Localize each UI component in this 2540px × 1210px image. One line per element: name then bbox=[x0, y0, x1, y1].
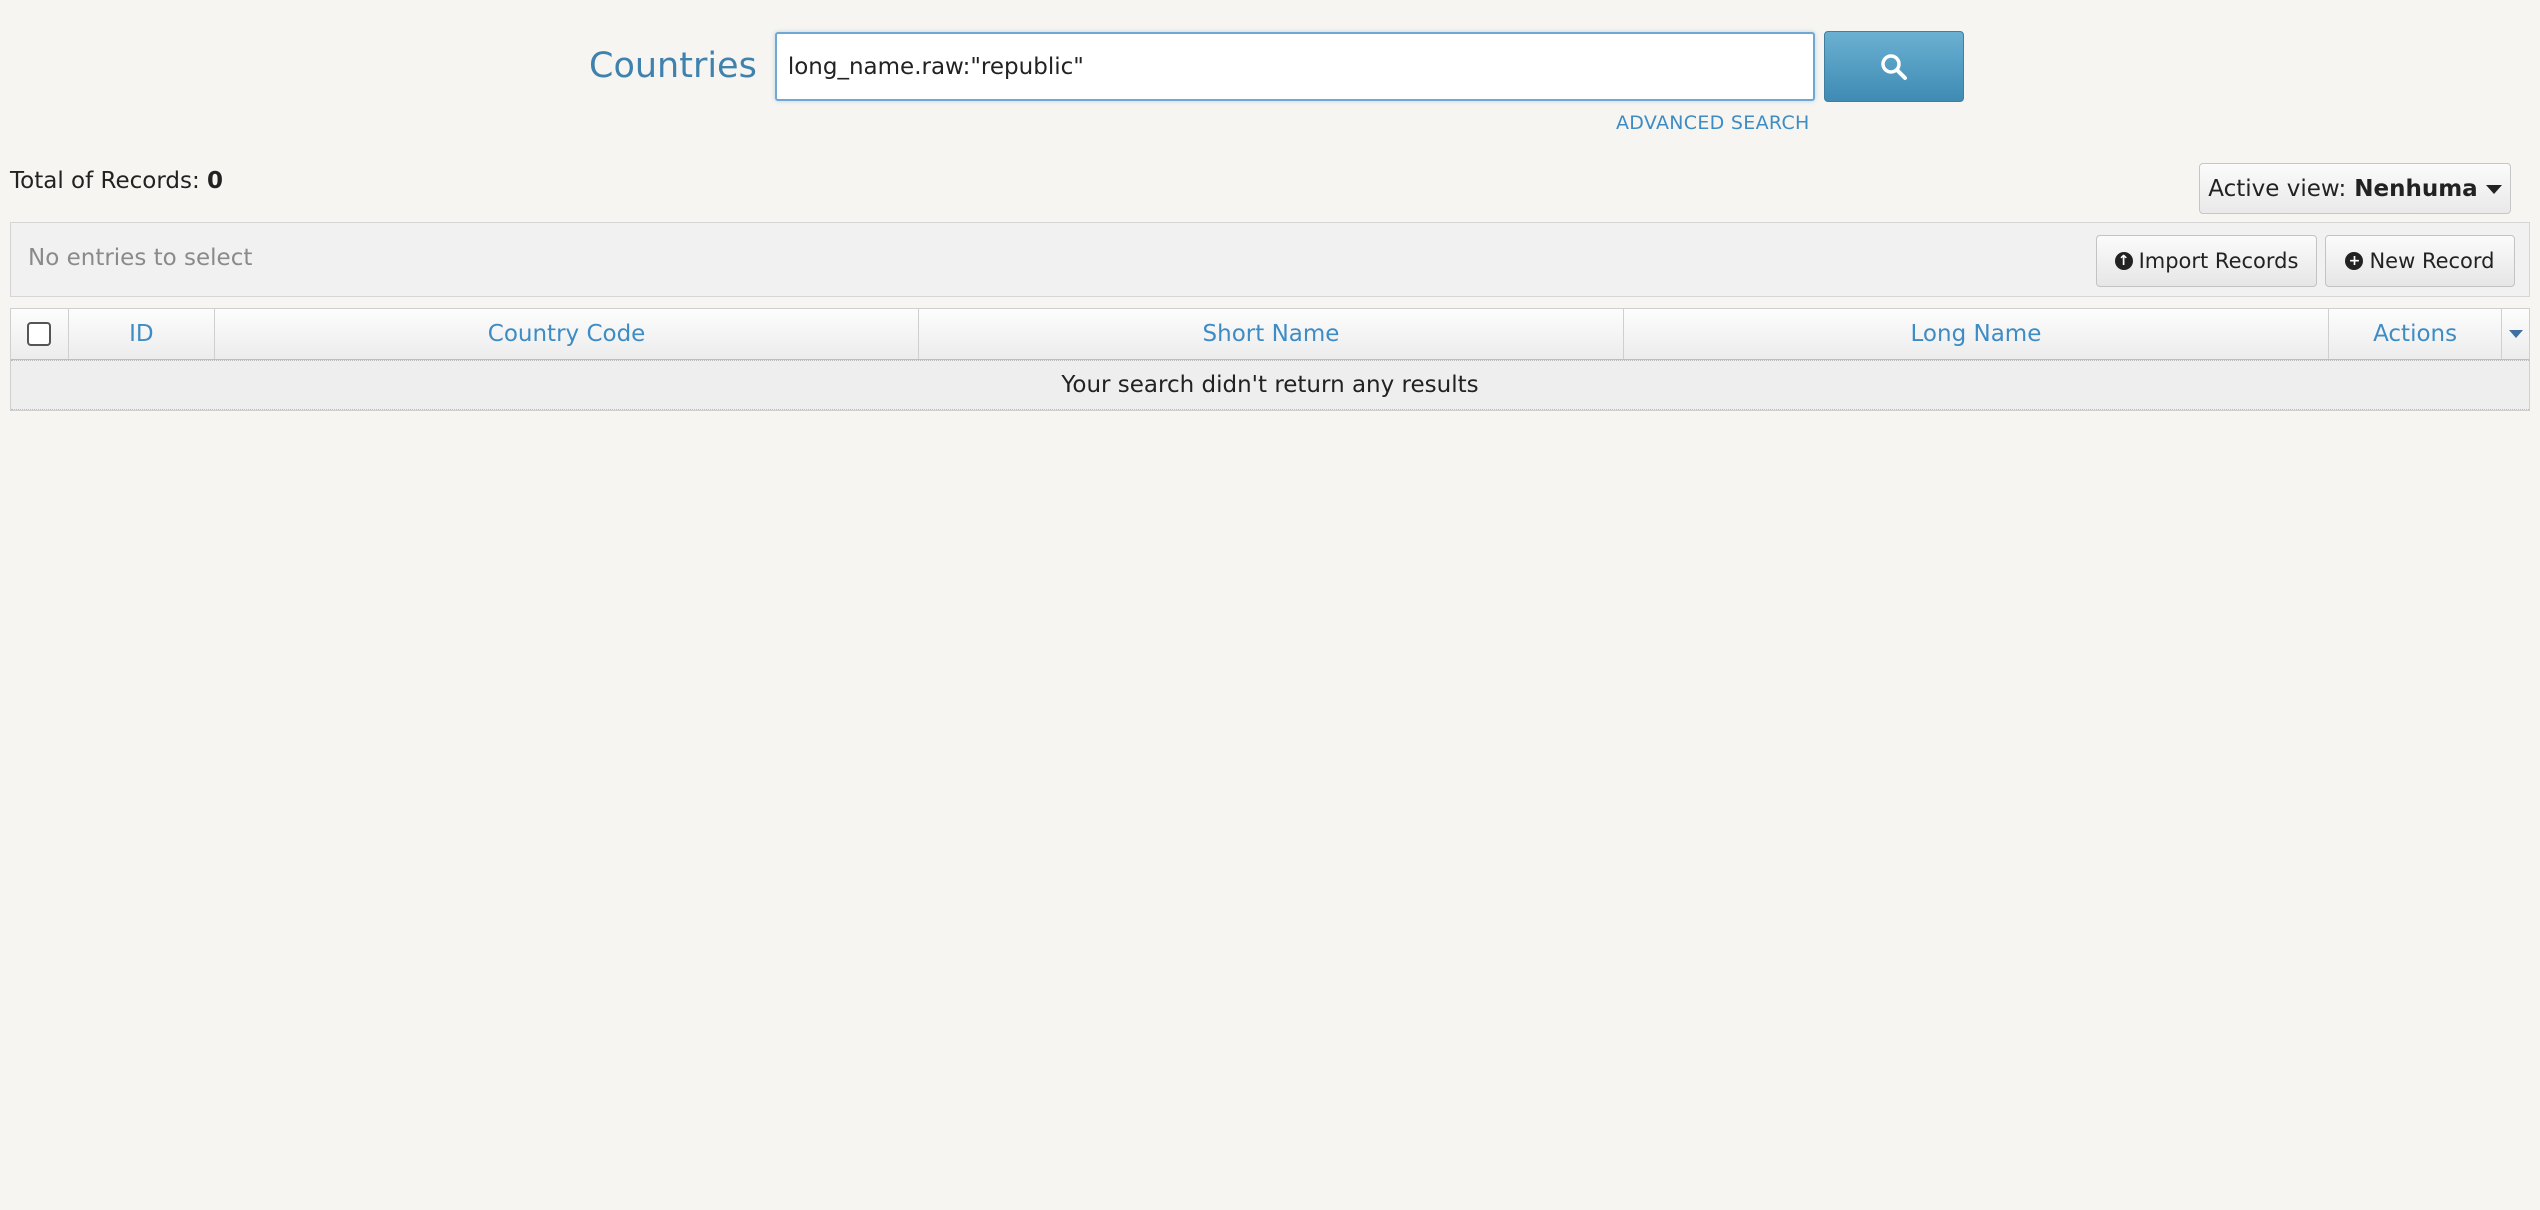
total-records: Total of Records: 0 bbox=[10, 168, 223, 194]
active-view-dropdown[interactable]: Active view: Nenhuma bbox=[2199, 163, 2511, 214]
table-header: ID Country Code Short Name Long Name Act… bbox=[11, 309, 2529, 360]
column-menu-button[interactable] bbox=[2502, 309, 2529, 359]
new-record-button[interactable]: + New Record bbox=[2325, 235, 2515, 287]
records-table: ID Country Code Short Name Long Name Act… bbox=[10, 308, 2530, 411]
total-records-label: Total of Records: bbox=[10, 168, 200, 194]
active-view-label: Active view: bbox=[2208, 175, 2347, 202]
select-all-checkbox[interactable] bbox=[27, 322, 52, 346]
search-input[interactable] bbox=[774, 32, 1815, 101]
search-button[interactable] bbox=[1823, 31, 1964, 102]
arrow-up-circle-icon: ↑ bbox=[2114, 252, 2133, 270]
column-header-country-code[interactable]: Country Code bbox=[215, 309, 920, 359]
plus-circle-icon: + bbox=[2345, 252, 2364, 270]
selection-status: No entries to select bbox=[28, 245, 253, 271]
select-all-cell bbox=[11, 309, 69, 359]
column-header-long-name[interactable]: Long Name bbox=[1624, 309, 2330, 359]
column-header-actions[interactable]: Actions bbox=[2329, 309, 2503, 359]
advanced-search-link[interactable]: ADVANCED SEARCH bbox=[1616, 112, 1810, 134]
active-view-name: Nenhuma bbox=[2354, 175, 2478, 202]
column-header-id[interactable]: ID bbox=[69, 309, 215, 359]
search-header: Countries bbox=[589, 31, 1964, 102]
selection-toolbar: No entries to select ↑ Import Records + … bbox=[10, 222, 2530, 297]
caret-down-icon bbox=[2508, 330, 2523, 338]
import-records-label: Import Records bbox=[2138, 249, 2299, 273]
empty-results-row: Your search didn't return any results bbox=[11, 360, 2529, 410]
total-records-count: 0 bbox=[207, 168, 224, 194]
caret-down-icon bbox=[2485, 185, 2502, 194]
new-record-label: New Record bbox=[2369, 249, 2495, 273]
import-records-button[interactable]: ↑ Import Records bbox=[2096, 235, 2317, 287]
page-title: Countries bbox=[589, 46, 757, 86]
search-icon bbox=[1881, 53, 1907, 80]
column-header-short-name[interactable]: Short Name bbox=[919, 309, 1624, 359]
